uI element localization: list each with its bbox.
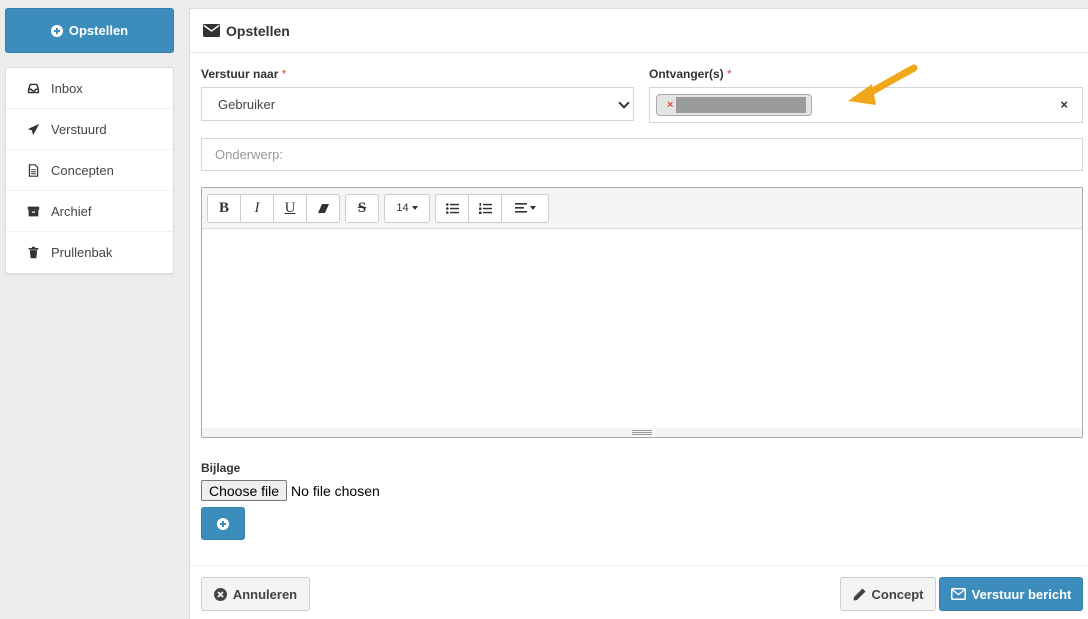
ordered-list-button[interactable] xyxy=(468,193,502,223)
save-draft-button[interactable]: Concept xyxy=(840,577,936,611)
eraser-icon xyxy=(317,203,329,213)
align-left-icon xyxy=(514,203,527,213)
clear-recipients-button[interactable]: × xyxy=(1060,97,1068,112)
caret-down-icon xyxy=(411,206,418,210)
strikethrough-button[interactable]: S xyxy=(345,193,379,223)
file-text-icon xyxy=(26,163,40,177)
sidebar-item-label: Archief xyxy=(51,203,92,219)
compose-button-label: Opstellen xyxy=(68,23,129,38)
file-input: Choose file No file chosen xyxy=(201,480,380,501)
sidebar-item-label: Inbox xyxy=(51,80,83,96)
sidebar-item-label: Verstuurd xyxy=(51,121,107,137)
compose-panel: Opstellen Verstuur naar * Gebruiker Ontv… xyxy=(189,8,1088,619)
underline-button[interactable]: U xyxy=(273,193,307,223)
rich-text-editor: B I U S 14 xyxy=(201,187,1083,438)
times-circle-icon xyxy=(213,587,227,601)
add-attachment-button[interactable] xyxy=(201,507,245,540)
send-to-value: Gebruiker xyxy=(218,96,276,112)
editor-content-area[interactable] xyxy=(202,229,1082,428)
pencil-icon xyxy=(853,588,865,600)
list-ol-icon xyxy=(478,202,492,214)
send-to-label-text: Verstuur naar xyxy=(201,67,279,81)
sidebar-item-inbox[interactable]: Inbox xyxy=(6,68,173,109)
send-to-select[interactable]: Gebruiker xyxy=(201,87,634,121)
required-mark: * xyxy=(281,67,287,81)
choose-file-button[interactable]: Choose file xyxy=(201,480,288,501)
envelope-icon xyxy=(950,588,966,600)
send-button[interactable]: Verstuur bericht xyxy=(939,577,1083,611)
file-status: No file chosen xyxy=(291,482,380,499)
attachment-label: Bijlage xyxy=(201,461,241,475)
panel-header: Opstellen xyxy=(190,9,1088,53)
subject-input[interactable] xyxy=(201,138,1083,171)
caret-down-icon xyxy=(529,206,536,210)
chevron-down-icon xyxy=(618,97,630,109)
required-mark: * xyxy=(727,67,732,81)
envelope-icon xyxy=(203,24,220,37)
draft-button-label: Concept xyxy=(871,586,924,602)
page-title: Opstellen xyxy=(226,22,290,39)
archive-icon xyxy=(26,204,40,218)
editor-resize-handle[interactable] xyxy=(202,428,1082,437)
list-ul-icon xyxy=(445,202,459,214)
send-to-label: Verstuur naar * xyxy=(201,67,286,81)
sidebar-item-prullenbak[interactable]: Prullenbak xyxy=(6,232,173,273)
inbox-icon xyxy=(26,81,40,95)
plus-circle-icon xyxy=(50,24,63,37)
sidebar-item-verstuurd[interactable]: Verstuurd xyxy=(6,109,173,150)
recipient-chip: × xyxy=(656,94,812,116)
eraser-button[interactable] xyxy=(306,193,340,223)
remove-recipient-button[interactable]: × xyxy=(667,99,673,111)
bold-button[interactable]: B xyxy=(207,193,241,223)
annotation-arrow-icon xyxy=(848,64,918,105)
cancel-button[interactable]: Annuleren xyxy=(201,577,310,611)
recipients-label-text: Ontvanger(s) xyxy=(649,67,724,81)
trash-icon xyxy=(26,246,40,260)
unordered-list-button[interactable] xyxy=(435,193,469,223)
cancel-button-label: Annuleren xyxy=(232,586,298,602)
sidebar-item-label: Concepten xyxy=(51,162,114,178)
sidebar-item-concepten[interactable]: Concepten xyxy=(6,150,173,191)
redacted-recipient-name xyxy=(676,97,807,113)
paper-plane-icon xyxy=(26,122,40,136)
recipients-label: Ontvanger(s) * xyxy=(649,67,732,81)
font-size-dropdown[interactable]: 14 xyxy=(384,193,430,223)
editor-toolbar: B I U S 14 xyxy=(202,188,1082,229)
plus-circle-icon xyxy=(217,517,229,530)
footer-divider xyxy=(190,565,1088,566)
sidebar-item-label: Prullenbak xyxy=(51,245,113,260)
font-size-value: 14 xyxy=(396,202,409,214)
italic-button[interactable]: I xyxy=(240,193,274,223)
compose-button[interactable]: Opstellen xyxy=(5,8,174,53)
folder-list: Inbox Verstuurd Concepten Archief Prulle… xyxy=(5,67,174,274)
grip-icon xyxy=(632,430,652,435)
sidebar-item-archief[interactable]: Archief xyxy=(6,191,173,232)
send-button-label: Verstuur bericht xyxy=(971,586,1072,602)
align-dropdown[interactable] xyxy=(501,193,549,223)
